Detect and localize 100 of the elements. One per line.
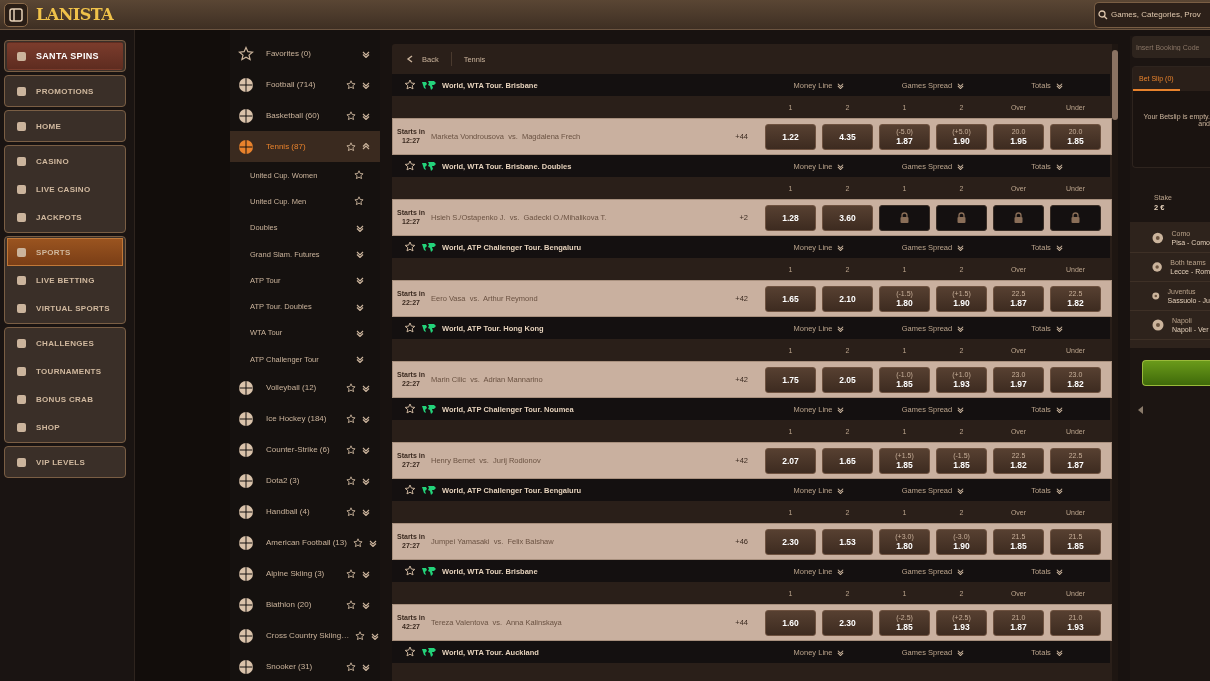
menu-item[interactable]: VIRTUAL SPORTS: [7, 294, 123, 322]
star-icon[interactable]: [354, 196, 364, 207]
place-bet-button[interactable]: [1142, 360, 1210, 386]
menu-item[interactable]: CASINO: [7, 147, 123, 175]
search-field[interactable]: Games, Categories, Prov: [1094, 1, 1210, 28]
menu-item[interactable]: TOURNAMENTS: [7, 357, 123, 385]
sport-item[interactable]: Volleyball (12): [230, 372, 380, 404]
odds-button[interactable]: 1.22: [765, 123, 816, 150]
scrollbar[interactable]: [1112, 44, 1118, 681]
logo[interactable]: LANISTA: [36, 5, 114, 24]
sport-item[interactable]: Cross Country Skiing…: [230, 620, 380, 652]
chevron-icon[interactable]: [371, 631, 380, 640]
chevron-icon[interactable]: [362, 569, 370, 578]
menu-item[interactable]: SANTA SPINS: [7, 42, 123, 70]
star-icon[interactable]: [404, 322, 416, 334]
ball-icon: [238, 410, 254, 427]
chevron-icon[interactable]: [362, 662, 370, 671]
sport-item[interactable]: American Football (13): [230, 527, 380, 559]
star-icon[interactable]: [346, 382, 356, 393]
chevron-icon[interactable]: [362, 111, 370, 120]
sport-item[interactable]: Tennis (87): [230, 131, 380, 162]
sport-item[interactable]: Ice Hockey (184): [230, 403, 380, 435]
sport-item[interactable]: Biathlon (20): [230, 589, 380, 621]
menu-item[interactable]: PROMOTIONS: [7, 77, 123, 105]
menu-item[interactable]: BONUS CRAB: [7, 385, 123, 413]
odds-button[interactable]: 2.10: [822, 285, 873, 312]
chevron-icon[interactable]: [368, 538, 377, 547]
chevron-icon: [1055, 486, 1063, 494]
chevron-left-icon: [406, 55, 414, 63]
chevron-icon[interactable]: [362, 600, 370, 609]
odds-button[interactable]: 2.07: [765, 447, 816, 474]
sport-item[interactable]: Favorites (0): [230, 38, 380, 69]
sport-item[interactable]: Football (714): [230, 69, 380, 100]
sport-item[interactable]: Counter-Strike (6): [230, 434, 380, 466]
chevron-icon[interactable]: [356, 355, 364, 364]
chevron-icon[interactable]: [362, 49, 370, 58]
chevron-icon[interactable]: [362, 414, 370, 423]
chevron-icon[interactable]: [362, 80, 370, 89]
star-icon[interactable]: [404, 241, 416, 253]
left-arrow-icon[interactable]: [1138, 406, 1144, 414]
star-icon[interactable]: [355, 630, 366, 641]
star-icon[interactable]: [346, 568, 356, 579]
star-icon[interactable]: [404, 484, 416, 496]
chevron-icon: [957, 162, 965, 170]
star-icon[interactable]: [346, 79, 356, 90]
star-icon[interactable]: [352, 537, 363, 548]
star-icon[interactable]: [404, 646, 416, 658]
star-icon[interactable]: [404, 79, 416, 91]
ball-icon: [238, 76, 254, 93]
sport-item[interactable]: Basketball (60): [230, 100, 380, 131]
chevron-icon[interactable]: [356, 250, 364, 259]
chevron-icon[interactable]: [362, 445, 370, 454]
odds-button[interactable]: 4.35: [822, 123, 873, 150]
menu-item[interactable]: VIP LEVELS: [7, 448, 123, 476]
world-map-icon: [421, 565, 437, 577]
chevron-icon[interactable]: [356, 276, 364, 285]
square-icon: [16, 85, 27, 97]
chevron-icon[interactable]: [362, 507, 370, 516]
odds-button[interactable]: 1.65: [822, 447, 873, 474]
star-icon[interactable]: [404, 403, 416, 415]
star-icon[interactable]: [404, 565, 416, 577]
star-icon[interactable]: [346, 506, 356, 517]
chevron-icon: [1055, 324, 1063, 332]
odds-button[interactable]: 3.60: [822, 204, 873, 231]
odds-button[interactable]: 2.05: [822, 366, 873, 393]
menu-item[interactable]: SPORTS: [7, 238, 123, 266]
odds-button[interactable]: 1.65: [765, 285, 816, 312]
star-icon[interactable]: [404, 160, 416, 172]
star-icon[interactable]: [346, 599, 356, 610]
menu-item[interactable]: JACKPOTS: [7, 203, 123, 231]
sport-item[interactable]: Handball (4): [230, 496, 380, 528]
chevron-icon[interactable]: [362, 476, 370, 485]
square-icon: [16, 365, 27, 377]
menu-item[interactable]: CHALLENGES: [7, 329, 123, 357]
star-icon[interactable]: [346, 141, 356, 152]
sidebar-toggle-button[interactable]: [4, 2, 28, 27]
menu-item[interactable]: SHOP: [7, 413, 123, 441]
menu-item[interactable]: HOME: [7, 112, 123, 140]
chevron-icon[interactable]: [362, 142, 370, 151]
star-icon[interactable]: [354, 170, 364, 181]
chevron-icon[interactable]: [356, 223, 364, 232]
odds-button[interactable]: 1.60: [765, 609, 816, 636]
odds-button[interactable]: 1.28: [765, 204, 816, 231]
star-icon[interactable]: [346, 110, 356, 121]
chevron-icon[interactable]: [356, 328, 364, 337]
chevron-icon[interactable]: [356, 302, 364, 311]
odds-button[interactable]: 2.30: [822, 609, 873, 636]
menu-item[interactable]: LIVE CASINO: [7, 175, 123, 203]
sport-item[interactable]: Snooker (31): [230, 651, 380, 681]
menu-item[interactable]: LIVE BETTING: [7, 266, 123, 294]
star-icon[interactable]: [346, 661, 356, 672]
star-icon[interactable]: [346, 475, 356, 486]
sport-item[interactable]: Dota2 (3): [230, 465, 380, 497]
star-icon[interactable]: [346, 413, 356, 424]
chevron-icon[interactable]: [362, 383, 370, 392]
odds-button[interactable]: 2.30: [765, 528, 816, 555]
sport-item[interactable]: Alpine Skiing (3): [230, 558, 380, 590]
odds-button[interactable]: 1.53: [822, 528, 873, 555]
star-icon[interactable]: [346, 444, 356, 455]
odds-button[interactable]: 1.75: [765, 366, 816, 393]
